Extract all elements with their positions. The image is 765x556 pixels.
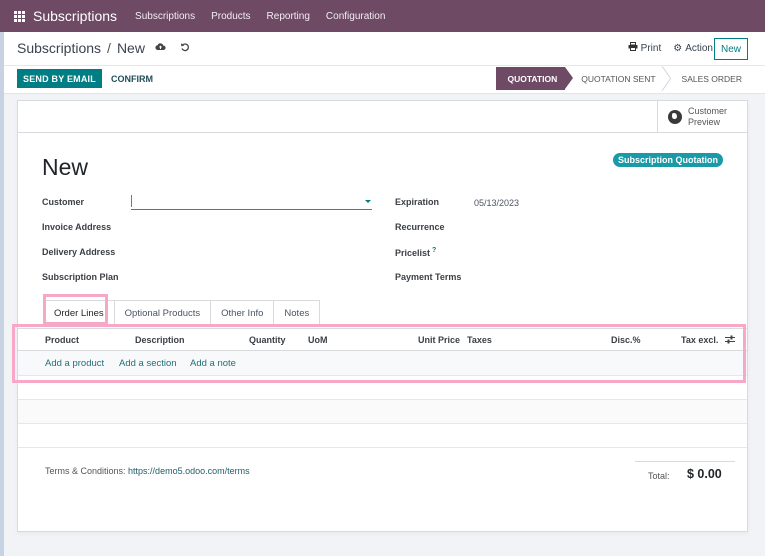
divider [4, 65, 765, 66]
confirm-button[interactable]: CONFIRM [111, 69, 153, 88]
total-label: Total: [648, 471, 670, 481]
discard-undo-icon[interactable] [180, 42, 190, 55]
breadcrumb: Subscriptions / New [17, 40, 190, 56]
recurrence-label: Recurrence [395, 222, 445, 232]
col-uom[interactable]: UoM [308, 335, 328, 345]
delivery-address-label: Delivery Address [42, 247, 116, 257]
optional-columns-toggle-icon[interactable] [725, 335, 735, 347]
breadcrumb-current: New [116, 40, 145, 56]
breadcrumb-separator: / [107, 40, 111, 56]
subscription-plan-label: Subscription Plan [42, 272, 119, 282]
add-note-link[interactable]: Add a note [190, 358, 236, 369]
status-badge: Subscription Quotation [613, 153, 723, 167]
top-actions: Print ⚙ Action [616, 42, 713, 54]
add-section-link[interactable]: Add a section [119, 358, 177, 369]
nav-reporting[interactable]: Reporting [267, 11, 310, 22]
record-title: New [42, 154, 89, 180]
empty-row [18, 424, 747, 448]
customer-preview-line2: Preview [688, 117, 721, 127]
print-button[interactable]: Print [628, 42, 662, 54]
send-by-email-button[interactable]: SEND BY EMAIL [17, 69, 102, 88]
expiration-value[interactable]: 05/13/2023 [474, 198, 519, 208]
help-tooltip-icon[interactable]: ? [432, 247, 436, 254]
terms-conditions: Terms & Conditions: https://demo5.odoo.c… [45, 466, 250, 476]
customer-input[interactable] [131, 194, 372, 210]
save-cloud-icon[interactable] [155, 42, 166, 54]
empty-row [18, 400, 747, 424]
status-bar: QUOTATION QUOTATION SENT SALES ORDER [495, 67, 753, 90]
gear-icon: ⚙ [673, 42, 683, 54]
tab-notes[interactable]: Notes [274, 300, 321, 325]
action-button[interactable]: ⚙ Action [673, 43, 713, 54]
expiration-label: Expiration [395, 197, 440, 207]
add-product-link[interactable]: Add a product [45, 358, 104, 369]
app-brand[interactable]: Subscriptions [33, 8, 117, 24]
top-navbar: Subscriptions Subscriptions Products Rep… [0, 0, 765, 32]
nav-subscriptions[interactable]: Subscriptions [135, 11, 195, 22]
notebook-tabs: Order Lines Optional Products Other Info… [43, 300, 321, 325]
print-label: Print [640, 42, 662, 54]
table-header: Product Description Quantity UoM Unit Pr… [18, 328, 747, 351]
terms-label: Terms & Conditions: [45, 466, 126, 476]
tab-order-lines[interactable]: Order Lines [43, 300, 115, 325]
breadcrumb-parent[interactable]: Subscriptions [17, 40, 101, 56]
col-product[interactable]: Product [45, 335, 79, 345]
action-label: Action [685, 42, 713, 54]
col-description[interactable]: Description [135, 335, 185, 345]
terms-link[interactable]: https://demo5.odoo.com/terms [128, 466, 250, 476]
tab-optional-products[interactable]: Optional Products [114, 300, 212, 325]
order-lines-table: Product Description Quantity UoM Unit Pr… [18, 328, 747, 448]
customer-label: Customer [42, 197, 85, 207]
form-sheet: Customer Preview Subscription Quotation … [17, 100, 748, 532]
stage-sales-order[interactable]: SALES ORDER [666, 67, 752, 90]
add-line-row: Add a product Add a section Add a note [18, 351, 747, 376]
globe-icon [668, 110, 682, 124]
dropdown-caret-icon[interactable] [365, 200, 371, 203]
customer-preview-button[interactable]: Customer Preview [657, 101, 747, 133]
customer-preview-line1: Customer [688, 106, 728, 116]
invoice-address-label: Invoice Address [42, 222, 112, 232]
col-discount[interactable]: Disc.% [611, 335, 641, 345]
nav-configuration[interactable]: Configuration [326, 11, 385, 22]
empty-row [18, 376, 747, 400]
control-panel: Subscriptions / New Print ⚙ Action New S… [4, 32, 765, 94]
col-quantity[interactable]: Quantity [249, 335, 286, 345]
stage-quotation-sent[interactable]: QUOTATION SENT [565, 67, 665, 90]
tab-other-info[interactable]: Other Info [211, 300, 275, 325]
stage-quotation[interactable]: QUOTATION [495, 67, 573, 90]
new-button[interactable]: New [714, 38, 748, 60]
pricelist-label: Pricelist? [395, 247, 436, 258]
pricelist-label-text: Pricelist [395, 248, 431, 258]
printer-icon [628, 42, 638, 54]
total-value: $ 0.00 [687, 467, 722, 481]
nav-products[interactable]: Products [211, 11, 250, 22]
col-taxes[interactable]: Taxes [467, 335, 492, 345]
payment-terms-label: Payment Terms [395, 272, 462, 282]
col-unit-price[interactable]: Unit Price [418, 335, 460, 345]
smart-button-box: Customer Preview [18, 101, 747, 133]
col-tax-excl[interactable]: Tax excl. [681, 335, 718, 345]
apps-grid-icon[interactable] [14, 10, 25, 22]
total-divider [635, 461, 735, 462]
text-caret [131, 195, 132, 207]
